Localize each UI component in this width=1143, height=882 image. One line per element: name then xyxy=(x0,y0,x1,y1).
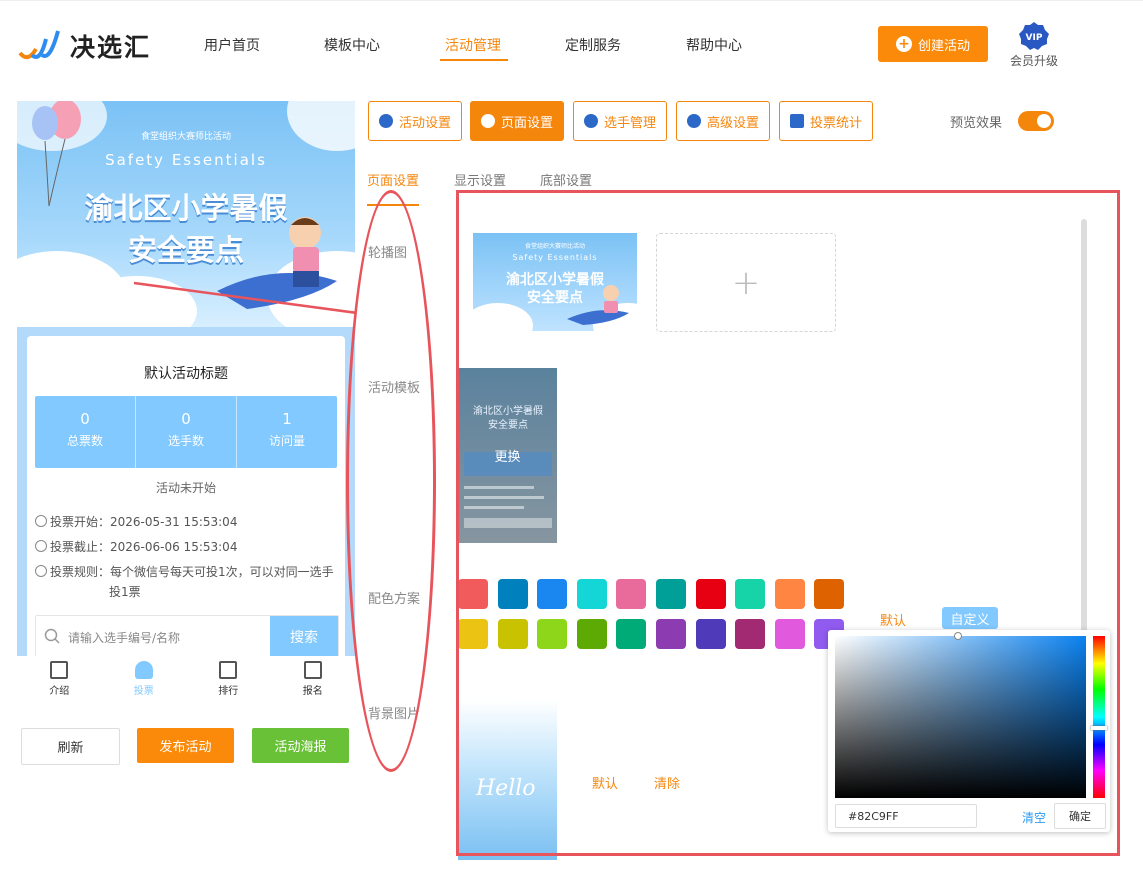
subtab-footer-settings[interactable]: 底部设置 xyxy=(540,170,592,189)
mobile-preview: 食堂组织大赛师比活动 Safety Essentials 渝北区小学暑假 安全要… xyxy=(17,101,355,656)
activity-settings-button[interactable]: 活动设置 xyxy=(368,101,462,141)
vote-end-line: 投票截止：2026-06-06 15:53:04 xyxy=(35,538,237,555)
contestant-management-button[interactable]: 选手管理 xyxy=(573,101,667,141)
top-header: 决选汇 用户首页 模板中心 活动管理 定制服务 帮助中心 + 创建活动 VIP … xyxy=(0,0,1143,91)
stat-contestants: 0 选手数 xyxy=(135,396,236,468)
preview-effect-toggle[interactable] xyxy=(1018,111,1054,131)
gear-icon xyxy=(480,114,495,128)
page-settings-button[interactable]: 页面设置 xyxy=(470,101,564,141)
brand-logo-icon xyxy=(18,30,60,60)
pointer-arrow xyxy=(133,281,355,314)
banner-english-title: Safety Essentials xyxy=(105,151,267,169)
stat-visits: 1 访问量 xyxy=(236,396,337,468)
stat-total-votes: 0 总票数 xyxy=(66,410,103,448)
vip-upgrade-label[interactable]: 会员升级 xyxy=(1010,52,1058,69)
nav-activity-management[interactable]: 活动管理 xyxy=(445,35,501,55)
nav-active-underline xyxy=(440,59,508,61)
vote-statistics-button[interactable]: 投票统计 xyxy=(779,101,873,141)
chart-icon xyxy=(219,661,238,679)
subtab-page-settings[interactable]: 页面设置 xyxy=(367,170,419,189)
vote-rule-continued: 投1票 xyxy=(109,585,141,599)
search-input[interactable]: 请输入选手编号/名称 xyxy=(68,629,180,646)
document-icon xyxy=(50,661,69,679)
nav-help-center[interactable]: 帮助中心 xyxy=(686,35,742,55)
settings-icon xyxy=(686,114,701,128)
search-icon xyxy=(44,628,60,644)
clock-icon xyxy=(35,515,47,527)
bar-chart-icon xyxy=(789,114,804,128)
vip-badge-icon[interactable]: VIP xyxy=(1018,21,1050,51)
search-button[interactable]: 搜索 xyxy=(270,616,338,656)
advanced-settings-button[interactable]: 高级设置 xyxy=(676,101,770,141)
preview-effect-label: 预览效果 xyxy=(950,116,1003,131)
tab-intro[interactable]: 介绍 xyxy=(17,656,102,702)
stats-bar: 0 总票数 0 选手数 1 访问量 xyxy=(35,396,337,468)
subtab-display-settings[interactable]: 显示设置 xyxy=(454,170,506,189)
clock-icon xyxy=(35,540,47,552)
clock-icon xyxy=(35,565,47,577)
activity-info-card: 默认活动标题 0 总票数 0 选手数 1 访问量 活动未开始 投票开始：2026… xyxy=(27,336,345,656)
create-activity-label: 创建活动 xyxy=(917,38,970,54)
tab-vote[interactable]: 投票 xyxy=(102,656,187,702)
tab-ranking[interactable]: 排行 xyxy=(186,656,271,702)
highlight-ellipse xyxy=(346,190,436,772)
user-icon xyxy=(134,661,153,679)
activity-title: 默认活动标题 xyxy=(144,366,228,382)
nav-templates[interactable]: 模板中心 xyxy=(324,35,380,55)
nav-home[interactable]: 用户首页 xyxy=(204,35,260,55)
preview-tabbar: 介绍 投票 排行 报名 xyxy=(17,656,355,702)
users-icon xyxy=(583,114,598,128)
tab-signup[interactable]: 报名 xyxy=(271,656,356,702)
highlight-frame xyxy=(456,190,1120,856)
svg-text:VIP: VIP xyxy=(1026,33,1043,43)
activity-status: 活动未开始 xyxy=(155,481,216,495)
activity-poster-button[interactable]: 活动海报 xyxy=(252,728,349,763)
id-card-icon xyxy=(303,661,322,679)
publish-activity-button[interactable]: 发布活动 xyxy=(137,728,234,763)
brand-name[interactable]: 决选汇 xyxy=(70,28,151,64)
vote-rule-line: 投票规则：每个微信号每天可投1次，可以对同一选手 xyxy=(35,563,334,580)
refresh-button[interactable]: 刷新 xyxy=(21,728,120,765)
nav-custom-service[interactable]: 定制服务 xyxy=(565,35,621,55)
star-icon xyxy=(378,114,393,128)
plus-icon: + xyxy=(895,36,912,52)
banner-small-title: 食堂组织大赛师比活动 xyxy=(140,132,231,142)
create-activity-button[interactable]: + 创建活动 xyxy=(878,26,988,62)
contestant-search[interactable]: 请输入选手编号/名称 搜索 xyxy=(35,615,339,656)
vote-start-line: 投票开始：2026-05-31 15:53:04 xyxy=(35,513,237,530)
